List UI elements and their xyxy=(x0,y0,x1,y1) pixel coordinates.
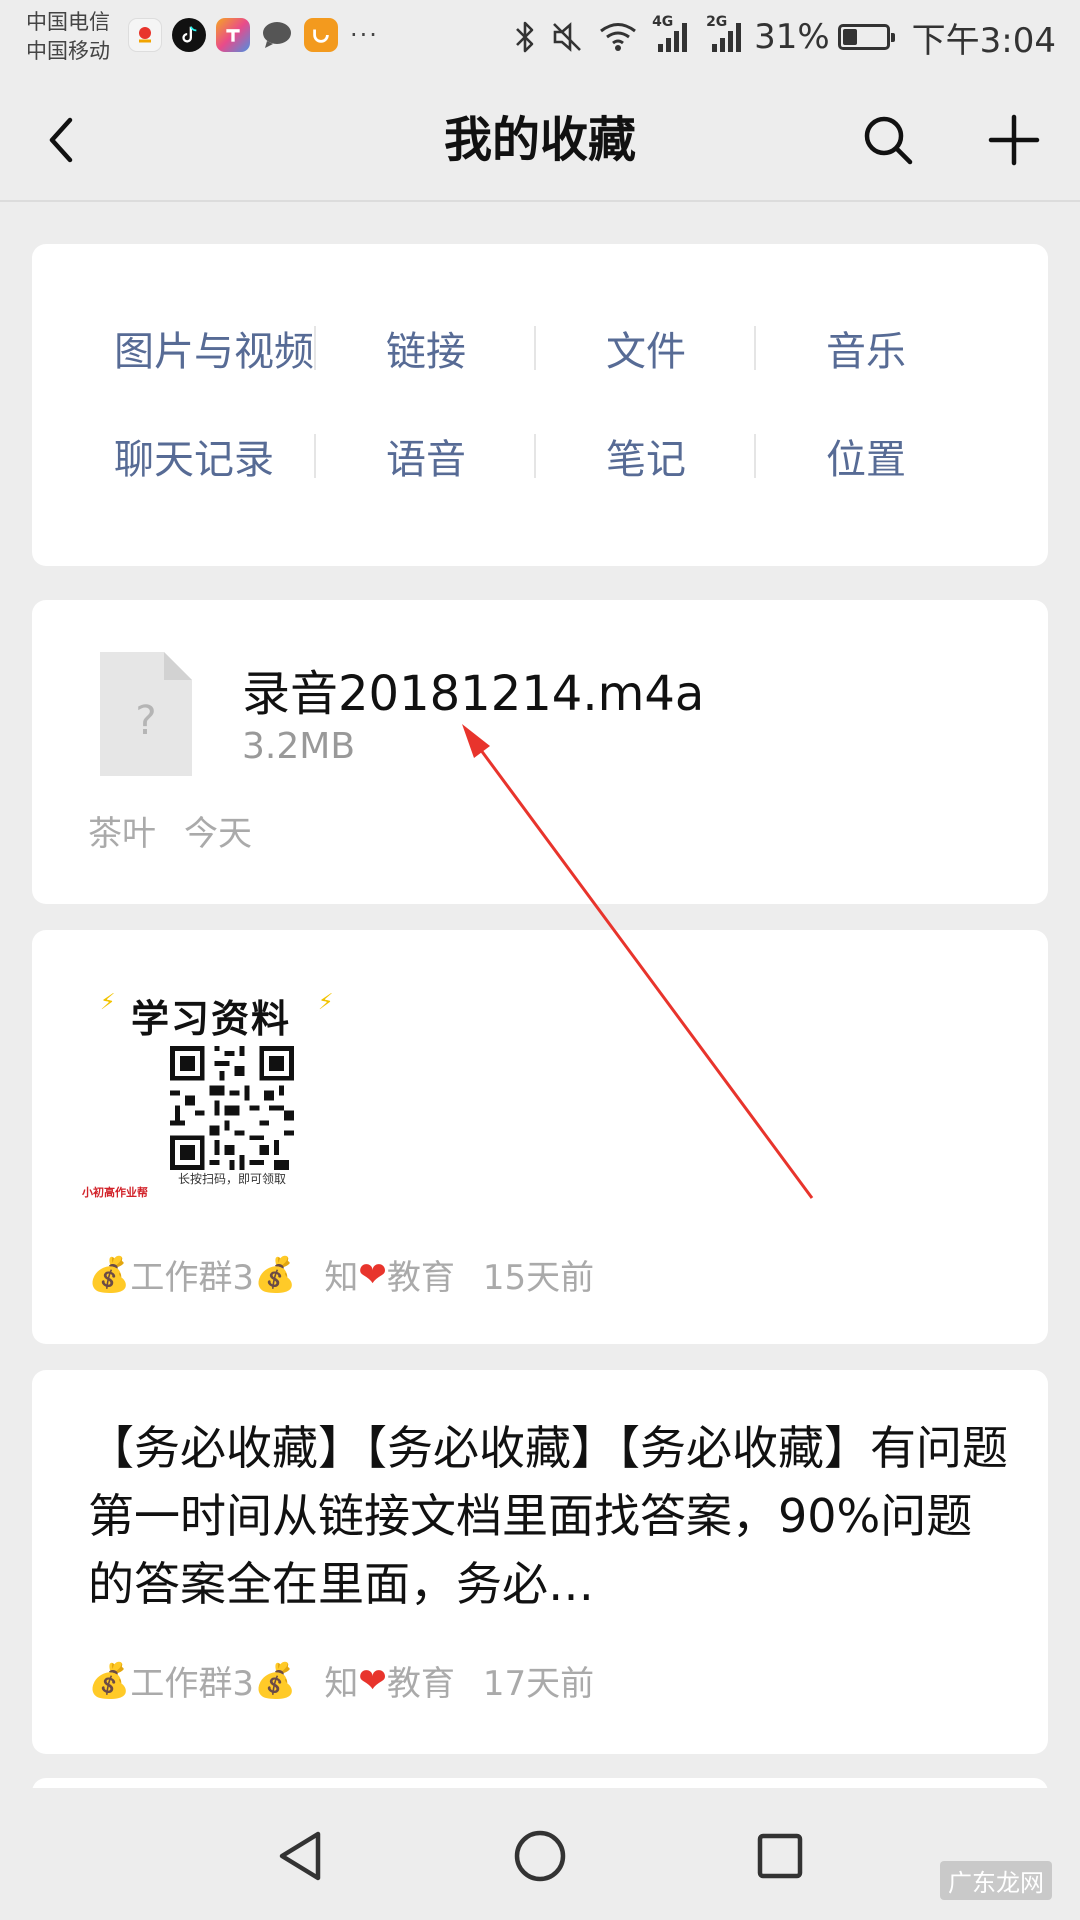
status-indicators: 4G 2G 31% 下午3:04 xyxy=(500,14,1056,61)
signal-2g-icon: 2G xyxy=(706,14,746,54)
map-app-icon xyxy=(128,18,162,52)
image-thumbnail: ⚡ 学习资料 ⚡ 长按扫码，即可领取 小初高作业帮 xyxy=(82,988,342,1199)
category-grid: 图片与视频 链接 文件 音乐 聊天记录 语音 笔记 位置 xyxy=(96,294,1016,510)
favorite-item-image[interactable]: ⚡ 学习资料 ⚡ 长按扫码，即可领取 小初高作业帮 💰 工作群3 💰 知 ❤ 教… xyxy=(32,930,1048,1344)
category-images-videos[interactable]: 图片与视频 xyxy=(96,294,316,402)
category-music[interactable]: 音乐 xyxy=(756,294,976,402)
file-name: 录音20181214.m4a xyxy=(242,666,705,722)
system-back-button[interactable] xyxy=(260,1816,340,1896)
search-button[interactable] xyxy=(856,108,920,172)
more-notifications: ··· xyxy=(350,21,379,49)
status-bar: 中国电信 中国移动 ··· 4G 2G 31% 下午3:04 xyxy=(0,0,1080,78)
item-source-name-b: 教育 xyxy=(386,1258,455,1298)
unknown-file-icon: ? xyxy=(100,652,192,776)
money-bag-icon: 💰 xyxy=(88,1254,131,1295)
category-chat-history[interactable]: 聊天记录 xyxy=(96,402,316,510)
system-navigation-bar: 广东龙网 xyxy=(0,1788,1080,1920)
tiktok-app-icon xyxy=(172,18,206,52)
lightning-icon: ⚡ xyxy=(318,990,334,1015)
favorite-item-file[interactable]: ? 录音20181214.m4a 3.2MB 茶叶 今天 xyxy=(32,600,1048,904)
item-source-name-a: 知 xyxy=(324,1258,359,1298)
money-bag-icon: 💰 xyxy=(253,1254,297,1295)
clock: 下午3:04 xyxy=(911,20,1056,61)
file-size: 3.2MB xyxy=(242,726,356,767)
category-files[interactable]: 文件 xyxy=(536,294,756,402)
money-bag-icon: 💰 xyxy=(253,1660,297,1701)
battery-icon xyxy=(837,24,895,50)
wifi-icon xyxy=(598,21,638,53)
search-icon xyxy=(864,116,913,165)
item-time: 15天前 xyxy=(482,1258,595,1298)
back-button[interactable] xyxy=(30,108,94,172)
uc-browser-icon xyxy=(304,18,338,52)
message-icon xyxy=(260,18,294,52)
poster-title: 学习资料 xyxy=(130,997,291,1041)
plus-icon xyxy=(988,114,1040,166)
nav-bar: 我的收藏 xyxy=(0,78,1080,202)
file-icon-glyph: ? xyxy=(135,698,156,744)
category-panel: 图片与视频 链接 文件 音乐 聊天记录 语音 笔记 位置 xyxy=(32,244,1048,566)
category-location[interactable]: 位置 xyxy=(756,402,976,510)
category-voice[interactable]: 语音 xyxy=(316,402,536,510)
item-source-prefix: 工作群3 xyxy=(130,1664,254,1704)
watermark: 广东龙网 xyxy=(940,1861,1052,1900)
category-links[interactable]: 链接 xyxy=(316,294,536,402)
notification-icons: ··· xyxy=(128,18,379,52)
item-source-name-a: 知 xyxy=(324,1664,359,1704)
signal-4g-icon: 4G xyxy=(652,14,692,54)
favorite-item-text[interactable]: 【务必收藏】【务必收藏】【务必收藏】有问题第一时间从链接文档里面找答案，90%问… xyxy=(32,1370,1048,1754)
net-2g-label: 2G xyxy=(706,14,728,30)
carrier-1: 中国电信 xyxy=(26,10,110,34)
bluetooth-icon xyxy=(514,20,536,54)
battery-percent: 31% xyxy=(754,17,830,57)
add-button[interactable] xyxy=(982,108,1046,172)
heart-icon: ❤ xyxy=(358,1660,387,1701)
money-bag-icon: 💰 xyxy=(88,1660,131,1701)
system-home-button[interactable] xyxy=(500,1816,580,1896)
poster-hint: 长按扫码，即可领取 xyxy=(177,1172,286,1186)
item-time: 今天 xyxy=(184,814,252,854)
carrier-labels: 中国电信 中国移动 xyxy=(26,8,110,66)
category-notes[interactable]: 笔记 xyxy=(536,402,756,510)
item-meta: 💰 工作群3 💰 知 ❤ 教育 15天前 xyxy=(88,1250,622,1299)
circle-home-icon xyxy=(514,1830,566,1882)
carrier-2: 中国移动 xyxy=(26,39,110,63)
mute-icon xyxy=(550,20,584,54)
text-snippet: 【务必收藏】【务必收藏】【务必收藏】有问题第一时间从链接文档里面找答案，90%问… xyxy=(88,1421,1008,1611)
net-4g-label: 4G xyxy=(652,14,674,30)
triangle-back-icon xyxy=(279,1831,321,1881)
item-meta: 💰 工作群3 💰 知 ❤ 教育 17天前 xyxy=(88,1656,622,1705)
battery-fill xyxy=(842,29,857,45)
qr-code-icon xyxy=(170,1046,294,1170)
item-source-prefix: 工作群3 xyxy=(130,1258,254,1298)
back-arrow-icon xyxy=(49,117,73,163)
poster-brand: 小初高作业帮 xyxy=(82,1186,148,1199)
square-recents-icon xyxy=(757,1833,803,1879)
system-recents-button[interactable] xyxy=(740,1816,820,1896)
item-time: 17天前 xyxy=(482,1664,595,1704)
item-meta: 茶叶 今天 xyxy=(88,806,280,855)
item-source: 茶叶 xyxy=(88,814,156,854)
store-app-icon xyxy=(216,18,250,52)
item-source-name-b: 教育 xyxy=(386,1664,455,1704)
heart-icon: ❤ xyxy=(358,1254,387,1295)
